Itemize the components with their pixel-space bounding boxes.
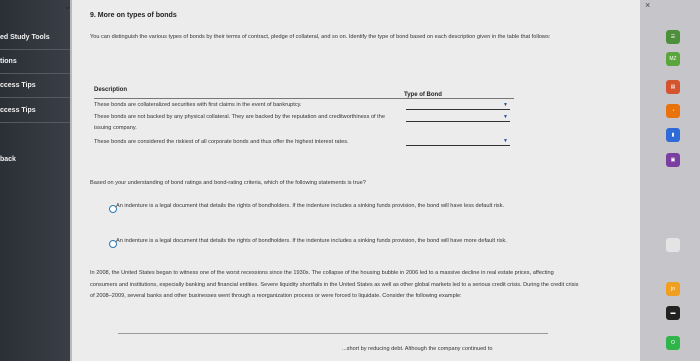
table-row-description-1: These bonds are collateralized securitie… bbox=[94, 102, 302, 108]
scenario-paragraph: In 2008, the United States began to witn… bbox=[90, 270, 579, 299]
table-header-divider bbox=[94, 98, 514, 99]
table-row-description-3: These bonds are considered the riskiest … bbox=[94, 139, 349, 145]
sidebar-divider bbox=[0, 122, 70, 123]
chevron-down-icon[interactable]: ⌄ bbox=[64, 2, 71, 11]
option-1-text[interactable]: An indenture is a legal document that de… bbox=[116, 201, 546, 211]
app-icon-8[interactable]: jo bbox=[666, 282, 680, 296]
sidebar-divider bbox=[0, 73, 70, 74]
app-icon-2[interactable]: MZ bbox=[666, 52, 680, 66]
partial-text: ...short by reducing debt. Although the … bbox=[342, 346, 493, 352]
dropdown-arrow-icon: ▼ bbox=[503, 138, 508, 144]
dropdown-arrow-icon: ▼ bbox=[503, 114, 508, 120]
app-icon-9[interactable]: ▬ bbox=[666, 306, 680, 320]
question-page: ⌄ 9. More on types of bonds You can dist… bbox=[64, 0, 640, 361]
app-icon-7[interactable] bbox=[666, 238, 680, 252]
bond-type-dropdown-1[interactable]: ▼ bbox=[406, 101, 510, 110]
sidebar-divider bbox=[0, 49, 70, 50]
left-sidebar: ed Study Tools tions ccess Tips ccess Ti… bbox=[0, 0, 70, 361]
column-header-description: Description bbox=[94, 87, 128, 93]
app-icon-label: ▬ bbox=[670, 310, 676, 316]
divider bbox=[118, 333, 548, 334]
app-icon-label: ▮ bbox=[671, 132, 675, 138]
statement-prompt: Based on your understanding of bond rati… bbox=[90, 180, 366, 186]
app-icon-label: jo bbox=[671, 286, 675, 292]
app-icon-label: O bbox=[671, 340, 675, 346]
sidebar-item-success-tips-2[interactable]: ccess Tips bbox=[0, 107, 36, 114]
question-intro: You can distinguish the various types of… bbox=[90, 34, 551, 40]
app-icon-label: MZ bbox=[669, 56, 677, 62]
bond-type-dropdown-3[interactable]: ▼ bbox=[406, 137, 510, 146]
app-icon-1[interactable]: ☰ bbox=[666, 30, 680, 44]
question-title: 9. More on types of bonds bbox=[90, 12, 177, 19]
app-icon-6[interactable]: ▣ bbox=[666, 153, 680, 167]
sidebar-item-questions[interactable]: tions bbox=[0, 58, 17, 65]
sidebar-divider bbox=[0, 97, 70, 98]
app-icon-label: ▣ bbox=[670, 157, 676, 163]
sidebar-item-feedback[interactable]: back bbox=[0, 156, 16, 163]
table-row-description-2: These bonds are not backed by any physic… bbox=[94, 114, 385, 131]
dropdown-arrow-icon: ▼ bbox=[503, 102, 508, 108]
sidebar-item-success-tips-1[interactable]: ccess Tips bbox=[0, 82, 36, 89]
app-icon-10[interactable]: O bbox=[666, 336, 680, 350]
app-icon-5[interactable]: ▮ bbox=[666, 128, 680, 142]
bond-type-dropdown-2[interactable]: ▼ bbox=[406, 113, 510, 122]
app-icon-3[interactable]: ▤ bbox=[666, 80, 680, 94]
sidebar-item-study-tools[interactable]: ed Study Tools bbox=[0, 34, 50, 41]
app-icon-label: ◔ bbox=[671, 108, 675, 114]
option-2-text[interactable]: An indenture is a legal document that de… bbox=[116, 236, 546, 246]
app-icon-label: ▤ bbox=[670, 84, 676, 90]
app-icon-4[interactable]: ◔ bbox=[666, 104, 680, 118]
app-icon-label: ☰ bbox=[670, 34, 676, 40]
close-icon[interactable]: × bbox=[645, 0, 650, 10]
